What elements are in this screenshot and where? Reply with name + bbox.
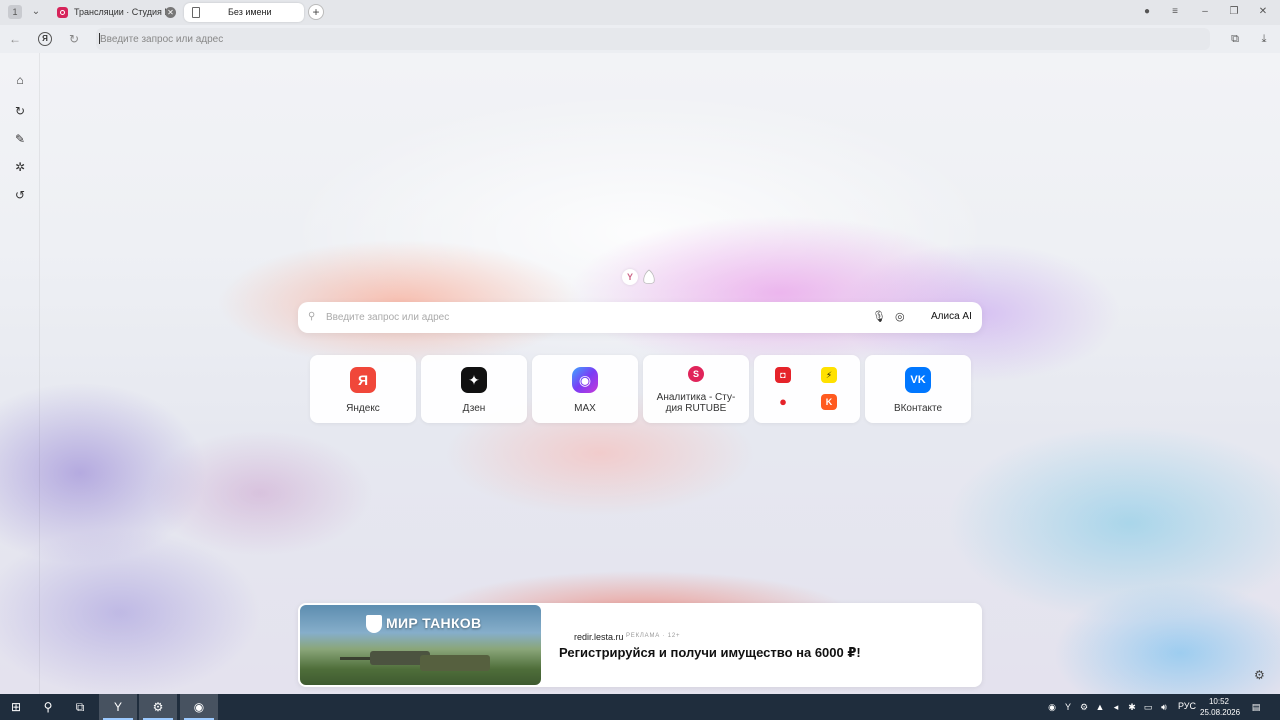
tab-rutube-studio[interactable]: Трансляции · Студия R ✕: [52, 3, 178, 22]
clock-date: 25.08.2026: [1200, 708, 1241, 717]
page-icon: [192, 7, 200, 18]
orange-app-icon: K: [821, 394, 837, 410]
microphone-icon[interactable]: 🎙︎: [872, 310, 886, 325]
tile-label: Дзен: [462, 403, 486, 414]
obs-taskbar-app[interactable]: ◉: [180, 694, 218, 720]
bookmark-icon[interactable]: ⧉: [1227, 31, 1243, 47]
steam-taskbar-app[interactable]: ⚙: [139, 694, 177, 720]
clock-time: 10:52: [1208, 697, 1230, 706]
steam-tray-icon[interactable]: ⚙: [1078, 700, 1090, 714]
tab-title: Без имени: [228, 7, 272, 17]
tank-shape: [420, 655, 490, 671]
rutube-favicon-icon: [57, 7, 68, 18]
notifications-icon[interactable]: ▤: [1250, 700, 1262, 714]
yandex-browser-taskbar-app[interactable]: Y: [99, 694, 137, 720]
profile-icon[interactable]: ●: [1140, 5, 1154, 19]
yellow-app-icon: ⚡: [821, 367, 837, 383]
maps-pin-icon: ●: [779, 394, 787, 409]
close-window-icon[interactable]: ✕: [1256, 5, 1270, 19]
ad-domain: redir.lesta.ru: [574, 632, 624, 642]
task-view-icon[interactable]: ⧉: [70, 694, 90, 720]
obs-icon: ◉: [193, 700, 205, 714]
tile-max[interactable]: ◉ MAX: [532, 355, 638, 423]
downloads-icon[interactable]: ⤓: [1256, 31, 1272, 47]
alisa-icon[interactable]: ⌂: [12, 72, 28, 88]
tile-folder-group[interactable]: ◘ ⚡ ● K: [754, 355, 860, 423]
tab-close-icon[interactable]: ✕: [165, 7, 176, 18]
customize-icon[interactable]: ⚙: [1254, 668, 1268, 682]
new-tab-button[interactable]: +: [308, 4, 324, 20]
ad-brand: МИР ТАНКОВ: [386, 615, 482, 631]
pen-icon[interactable]: ✎: [12, 131, 28, 147]
tile-label: ВКонтакте: [893, 403, 943, 414]
nvidia-tray-icon[interactable]: ▲: [1094, 700, 1106, 714]
taskbar: ⊞ ⚲ ⧉ Y ⚙ ◉ ◉ Y ⚙ ▲ ◂ ✱ ▭ 🔊︎ РУС 10:52 2…: [0, 694, 1280, 720]
yandex-y-icon: Y: [622, 269, 638, 285]
yandex-alisa-logo: Y: [622, 269, 660, 285]
tile-label: MAX: [574, 403, 596, 414]
tile-yandex[interactable]: Я Яндекс: [310, 355, 416, 423]
sidebar: ⌂ ↻ ✎ ✲ ↺: [0, 53, 40, 694]
sparkle-icon[interactable]: ✲: [12, 159, 28, 175]
refresh-chat-icon[interactable]: ↻: [12, 103, 28, 119]
ad-image: МИР ТАНКОВ: [300, 605, 541, 685]
red-app-icon: ◘: [775, 367, 791, 383]
minimize-icon[interactable]: –: [1198, 5, 1212, 19]
volume-icon[interactable]: 🔊︎: [1158, 700, 1170, 714]
yandex-icon: Я: [350, 367, 376, 393]
tab-strip: 1 ⌄ Трансляции · Студия R ✕ Без имени + …: [0, 0, 1280, 25]
taskbar-search-icon[interactable]: ⚲: [38, 694, 58, 720]
settings-tray-icon[interactable]: ✱: [1126, 700, 1138, 714]
reload-icon[interactable]: ↻: [66, 31, 82, 47]
search-box: ⚲ 🎙︎ ◎ Алиса AI: [298, 302, 982, 333]
tab-title: Трансляции · Студия R: [74, 7, 166, 17]
text-caret: [99, 33, 100, 44]
tab-new-untitled[interactable]: Без имени: [184, 3, 304, 22]
address-bar: ← Я ↻ ⧉ ⤓: [0, 25, 1280, 53]
tile-label: Аналитика - Сту- дия RUTUBE: [656, 392, 736, 414]
search-icon: ⚲: [308, 311, 316, 322]
tile-dzen[interactable]: ✦ Дзен: [421, 355, 527, 423]
alisa-ai-button[interactable]: Алиса AI: [931, 311, 972, 322]
tile-vkontakte[interactable]: VK ВКонтакте: [865, 355, 971, 423]
mir-tankov-shield-icon: [366, 615, 382, 633]
yandex-tray-icon[interactable]: Y: [1062, 700, 1074, 714]
clock[interactable]: 10:52 25.08.2026: [1200, 696, 1241, 718]
back-icon[interactable]: ←: [7, 31, 23, 47]
tile-label: Яндекс: [346, 403, 380, 414]
dzen-icon: ✦: [461, 367, 487, 393]
url-input[interactable]: [96, 28, 1210, 50]
max-icon: ◉: [572, 367, 598, 393]
rutube-icon: S: [688, 366, 704, 382]
speed-dial: Я Яндекс ✦ Дзен ◉ MAX S Аналитика - Сту-…: [310, 355, 971, 423]
ad-label: РЕКЛАМА · 12+: [626, 633, 681, 639]
obs-tray-icon[interactable]: ◉: [1046, 700, 1058, 714]
menu-icon[interactable]: ≡: [1168, 5, 1182, 19]
yandex-logo-icon[interactable]: Я: [38, 32, 52, 46]
tab-counter[interactable]: 1: [8, 5, 22, 19]
ad-banner[interactable]: МИР ТАНКОВ redir.lesta.ru РЕКЛАМА · 12+ …: [298, 603, 982, 687]
camera-search-icon[interactable]: ◎: [895, 310, 909, 325]
windows-start-icon[interactable]: ⊞: [4, 694, 28, 720]
restore-icon[interactable]: ❐: [1227, 5, 1241, 19]
tile-rutube-analytics[interactable]: S Аналитика - Сту- дия RUTUBE: [643, 355, 749, 423]
vk-icon: VK: [905, 367, 931, 393]
network-icon[interactable]: ▭: [1142, 700, 1154, 714]
tray-arrow-icon[interactable]: ◂: [1110, 700, 1122, 714]
steam-icon: ⚙: [152, 700, 164, 714]
alisa-logo-icon: [643, 269, 655, 284]
yandex-browser-icon: Y: [113, 700, 122, 714]
history-icon[interactable]: ↺: [12, 187, 28, 203]
language-indicator[interactable]: РУС: [1178, 701, 1196, 711]
search-input[interactable]: [326, 307, 846, 328]
ad-headline: Регистрируйся и получи имущество на 6000…: [559, 645, 861, 660]
tabs-dropdown-icon[interactable]: ⌄: [28, 4, 44, 20]
